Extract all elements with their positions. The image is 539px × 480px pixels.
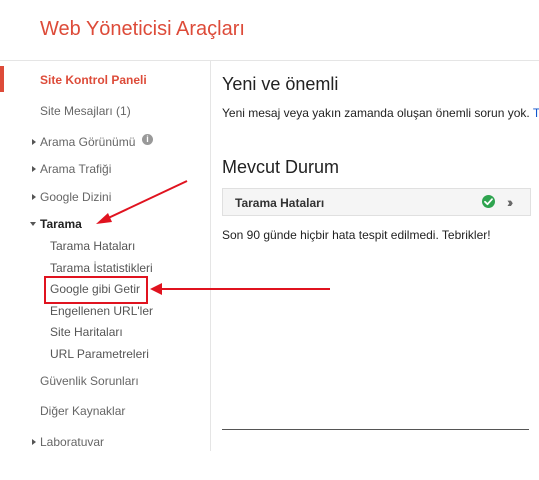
- arrow-line-to-tarama: [103, 180, 188, 221]
- arrow-head-to-tarama: [96, 213, 112, 224]
- arrow-head-to-fetch: [150, 283, 162, 295]
- annotation-arrows: [96, 180, 330, 295]
